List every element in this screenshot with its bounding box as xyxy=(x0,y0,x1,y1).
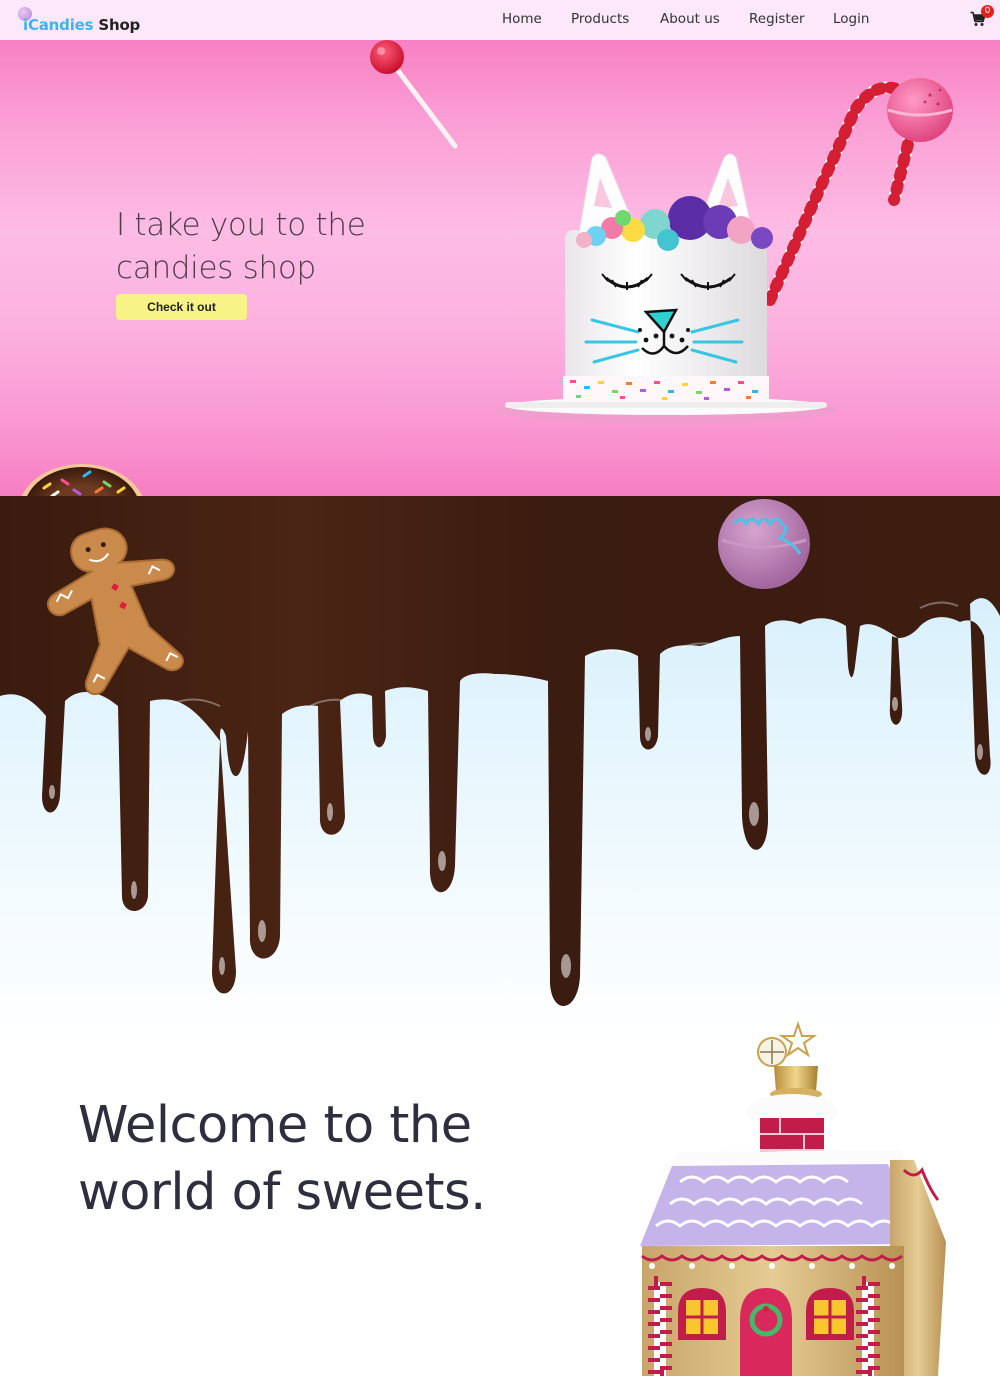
navbar: iCandies Shop Home Products About us Reg… xyxy=(0,0,1000,40)
logo-text-prefix: iCandies xyxy=(23,16,94,34)
purple-macaron-icon xyxy=(718,499,810,589)
logo[interactable]: iCandies Shop xyxy=(18,6,148,36)
cart-button[interactable]: 0 xyxy=(970,5,994,29)
check-it-out-button[interactable]: Check it out xyxy=(116,294,247,320)
nav-link-about-us[interactable]: About us xyxy=(660,11,720,27)
chocolate-drip-illustration xyxy=(0,496,1000,1036)
nav-link-register[interactable]: Register xyxy=(749,11,805,27)
donut-icon xyxy=(21,464,143,496)
nav-link-products[interactable]: Products xyxy=(571,11,629,27)
hero-section: I take you to the candies shop Check it … xyxy=(0,40,1000,496)
hero-headline: I take you to the candies shop xyxy=(116,207,366,286)
chocolate-drip-section xyxy=(0,496,1000,1036)
pink-macaron-icon xyxy=(887,78,953,142)
nav-link-home[interactable]: Home xyxy=(502,11,542,27)
gingerbread-house-ornament-icon xyxy=(640,1020,946,1376)
lollipop-icon xyxy=(370,40,458,149)
cart-count-badge: 0 xyxy=(981,5,994,18)
nav-link-login[interactable]: Login xyxy=(833,11,869,27)
welcome-heading: Welcome to the world of sweets. xyxy=(78,1096,486,1222)
cat-cake-icon xyxy=(496,153,836,424)
logo-text-suffix: Shop xyxy=(93,16,141,34)
logo-text: iCandies Shop xyxy=(23,16,140,34)
